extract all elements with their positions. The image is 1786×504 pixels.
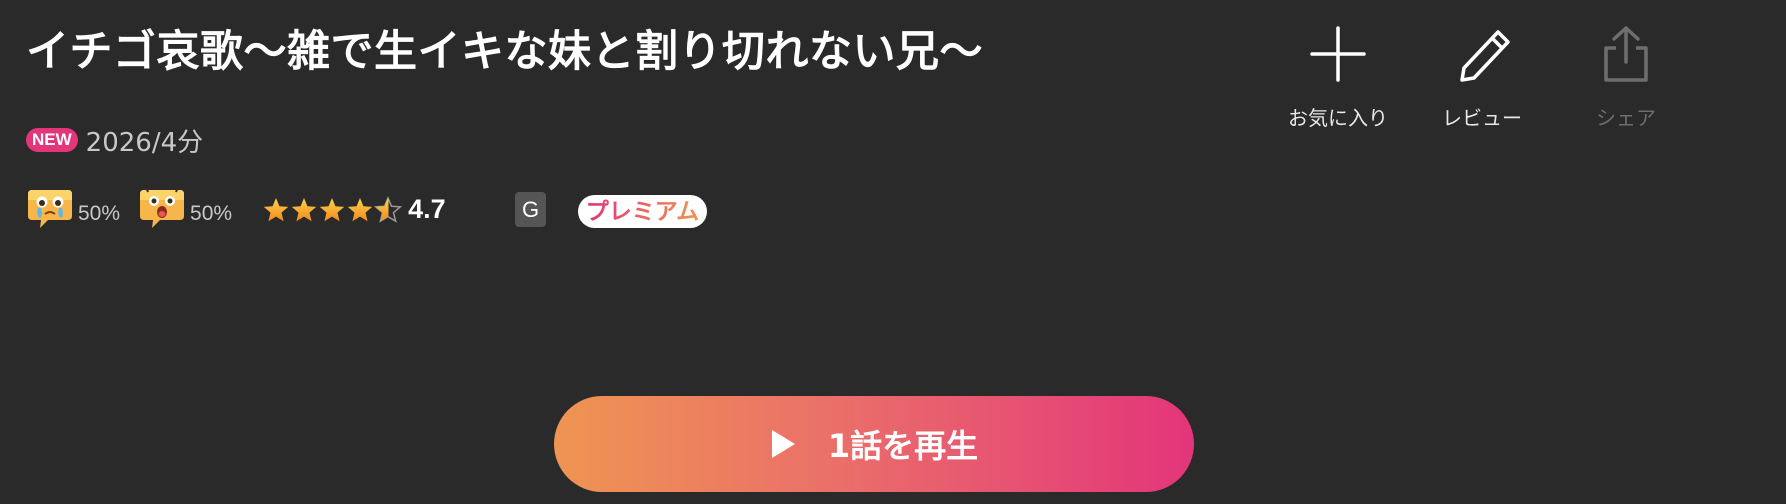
content-title: イチゴ哀歌〜雑で生イキな妹と割り切れない兄〜	[26, 27, 983, 77]
star-icon	[346, 196, 374, 224]
share-icon	[1604, 26, 1648, 82]
star-rating	[262, 196, 402, 224]
play-icon	[771, 430, 795, 458]
review-button[interactable]: レビュー	[1412, 24, 1552, 131]
release-date: 2026/4分	[85, 127, 204, 158]
play-episode-button[interactable]: 1話を再生	[554, 396, 1194, 492]
reaction-percent: 50%	[78, 202, 121, 225]
premium-badge: プレミアム	[578, 195, 707, 228]
star-icon	[290, 196, 318, 224]
shocked-face-icon	[140, 186, 185, 228]
play-episode-label: 1話を再生	[827, 427, 979, 465]
half-star-icon	[374, 196, 402, 224]
reaction-percent: 50%	[190, 202, 233, 225]
pencil-icon	[1460, 30, 1510, 82]
review-label: レビュー	[1442, 106, 1522, 130]
share-button[interactable]: シェア	[1556, 24, 1696, 131]
rating-class-badge: G	[515, 192, 546, 227]
star-icon	[262, 196, 290, 224]
favorite-button[interactable]: お気に入り	[1268, 24, 1408, 131]
favorite-label: お気に入り	[1288, 106, 1388, 130]
star-icon	[318, 196, 346, 224]
meta-row: NEW 2026/4分	[26, 124, 204, 158]
share-label: シェア	[1596, 106, 1656, 130]
stats-row: 50% 50% 4.7	[26, 184, 446, 232]
new-badge: NEW	[26, 128, 78, 152]
premium-badge-text: プレミアム	[586, 199, 699, 225]
plus-icon	[1310, 26, 1366, 82]
crying-face-icon	[28, 190, 72, 228]
rating-value: 4.7	[408, 193, 446, 224]
premium-label: プレミアム	[586, 199, 699, 225]
